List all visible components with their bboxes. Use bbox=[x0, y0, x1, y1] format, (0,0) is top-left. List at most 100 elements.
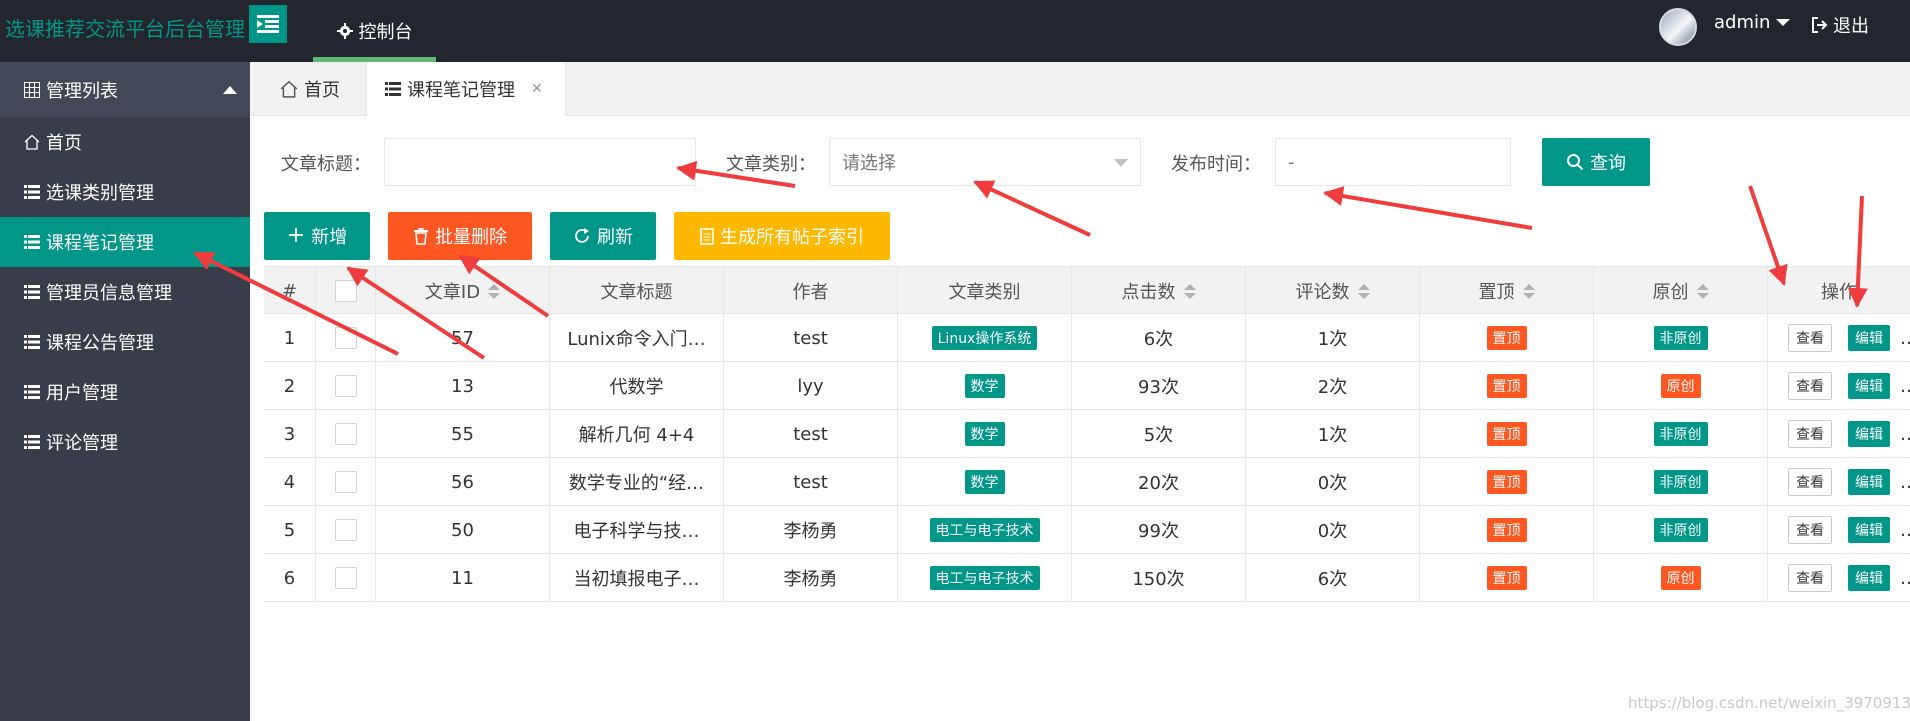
sort-icon[interactable] bbox=[488, 283, 501, 299]
more-button[interactable]: … bbox=[1900, 424, 1910, 445]
generate-index-button[interactable]: 生成所有帖子索引 bbox=[674, 212, 890, 260]
edit-button[interactable]: 编辑 bbox=[1848, 565, 1890, 591]
row-author: test bbox=[724, 314, 898, 362]
edit-button[interactable]: 编辑 bbox=[1848, 421, 1890, 447]
table-row: 5 50 电子科学与技… 李杨勇 电工与电子技术 99次 0次 置顶 非原创 查… bbox=[264, 506, 1910, 554]
time-range-input[interactable]: - bbox=[1275, 138, 1511, 186]
list-icon bbox=[24, 385, 40, 399]
row-comments: 0次 bbox=[1246, 506, 1420, 554]
title-input[interactable] bbox=[384, 138, 696, 186]
sidebar-item-notes[interactable]: 课程笔记管理 bbox=[0, 217, 250, 267]
more-button[interactable]: … bbox=[1900, 520, 1910, 541]
sidebar-item-admins[interactable]: 管理员信息管理 bbox=[0, 267, 250, 317]
col-original[interactable]: 原创 bbox=[1594, 267, 1768, 315]
original-badge: 非原创 bbox=[1653, 422, 1708, 446]
original-badge: 非原创 bbox=[1653, 470, 1708, 494]
col-category: 文章类别 bbox=[898, 267, 1072, 315]
row-checkbox[interactable] bbox=[334, 327, 357, 349]
row-checkbox[interactable] bbox=[334, 519, 357, 541]
logout-label: 退出 bbox=[1833, 16, 1869, 37]
sidebar-item-category[interactable]: 选课类别管理 bbox=[0, 167, 250, 217]
row-index: 3 bbox=[264, 410, 316, 458]
row-checkbox[interactable] bbox=[334, 567, 357, 589]
refresh-button[interactable]: 刷新 bbox=[550, 212, 656, 260]
close-icon[interactable]: ✕ bbox=[531, 81, 543, 97]
col-article-id[interactable]: 文章ID bbox=[376, 267, 550, 315]
edit-button[interactable]: 编辑 bbox=[1848, 373, 1890, 399]
sidebar-header[interactable]: 管理列表 bbox=[0, 62, 250, 117]
refresh-icon bbox=[575, 228, 589, 243]
row-article-id: 57 bbox=[376, 314, 550, 362]
home-icon bbox=[280, 80, 298, 98]
category-badge: 数学 bbox=[964, 374, 1005, 398]
row-title: 代数学 bbox=[550, 362, 724, 410]
top-badge: 置顶 bbox=[1486, 326, 1527, 350]
row-article-id: 55 bbox=[376, 410, 550, 458]
header-label: 原创 bbox=[1652, 282, 1689, 303]
add-button[interactable]: + 新增 bbox=[264, 212, 370, 260]
grid-table-icon bbox=[24, 81, 40, 98]
col-clicks[interactable]: 点击数 bbox=[1072, 267, 1246, 315]
more-button[interactable]: … bbox=[1900, 328, 1910, 349]
sort-icon[interactable] bbox=[1183, 283, 1196, 299]
view-button[interactable]: 查看 bbox=[1788, 324, 1832, 352]
row-checkbox[interactable] bbox=[334, 423, 357, 445]
category-select[interactable]: 请选择 bbox=[829, 138, 1141, 186]
col-comments[interactable]: 评论数 bbox=[1246, 267, 1420, 315]
list-icon bbox=[24, 285, 40, 299]
add-button-label: 新增 bbox=[311, 227, 348, 248]
category-select-value: 请选择 bbox=[842, 153, 896, 174]
list-icon bbox=[24, 335, 40, 349]
more-button[interactable]: … bbox=[1900, 568, 1910, 589]
view-button[interactable]: 查看 bbox=[1788, 564, 1832, 592]
more-button[interactable]: … bbox=[1900, 376, 1910, 397]
app-title: 选课推荐交流平台后台管理 bbox=[5, 17, 245, 41]
sort-icon[interactable] bbox=[1357, 283, 1370, 299]
row-title: 解析几何 4+4 bbox=[550, 410, 724, 458]
category-badge: 电工与电子技术 bbox=[929, 566, 1040, 590]
sort-icon[interactable] bbox=[1696, 283, 1709, 299]
original-badge: 原创 bbox=[1660, 566, 1701, 590]
row-clicks: 20次 bbox=[1072, 458, 1246, 506]
edit-button[interactable]: 编辑 bbox=[1848, 325, 1890, 351]
edit-button[interactable]: 编辑 bbox=[1848, 469, 1890, 495]
tab-notes[interactable]: 课程笔记管理 ✕ bbox=[366, 62, 566, 116]
top-badge: 置顶 bbox=[1486, 374, 1527, 398]
sidebar-item-label: 选课类别管理 bbox=[46, 183, 154, 204]
row-clicks: 93次 bbox=[1072, 362, 1246, 410]
col-index: # bbox=[264, 267, 316, 315]
sort-icon[interactable] bbox=[1522, 283, 1535, 299]
trash-icon bbox=[414, 227, 428, 245]
sidebar-item-announcements[interactable]: 课程公告管理 bbox=[0, 317, 250, 367]
col-title: 文章标题 bbox=[550, 267, 724, 315]
select-all-checkbox[interactable] bbox=[334, 280, 357, 302]
row-checkbox[interactable] bbox=[334, 471, 357, 493]
top-badge: 置顶 bbox=[1486, 422, 1527, 446]
view-button[interactable]: 查看 bbox=[1788, 372, 1832, 400]
row-index: 6 bbox=[264, 554, 316, 602]
more-button[interactable]: … bbox=[1900, 472, 1910, 493]
sidebar-toggle-button[interactable] bbox=[249, 5, 287, 43]
sidebar-item-home[interactable]: 首页 bbox=[0, 117, 250, 167]
row-checkbox[interactable] bbox=[334, 375, 357, 397]
sidebar-item-label: 首页 bbox=[46, 133, 82, 154]
logout-button[interactable]: 退出 bbox=[1812, 12, 1869, 38]
sidebar-title: 管理列表 bbox=[46, 80, 118, 102]
col-top[interactable]: 置顶 bbox=[1420, 267, 1594, 315]
sidebar-item-users[interactable]: 用户管理 bbox=[0, 367, 250, 417]
view-button[interactable]: 查看 bbox=[1788, 516, 1832, 544]
user-name: admin bbox=[1714, 12, 1771, 33]
col-select-all[interactable] bbox=[316, 267, 376, 315]
sidebar-item-comments[interactable]: 评论管理 bbox=[0, 417, 250, 467]
nav-console[interactable]: 控制台 bbox=[313, 0, 436, 62]
query-button[interactable]: 查询 bbox=[1542, 138, 1650, 186]
tab-label: 课程笔记管理 bbox=[407, 80, 515, 101]
view-button[interactable]: 查看 bbox=[1788, 420, 1832, 448]
edit-button[interactable]: 编辑 bbox=[1848, 517, 1890, 543]
view-button[interactable]: 查看 bbox=[1788, 468, 1832, 496]
batch-delete-button[interactable]: 批量删除 bbox=[388, 212, 532, 260]
tab-home[interactable]: 首页 bbox=[280, 62, 350, 116]
table-row: 1 57 Lunix命令入门… test Linux操作系统 6次 1次 置顶 … bbox=[264, 314, 1910, 362]
avatar[interactable] bbox=[1659, 8, 1697, 46]
user-menu[interactable]: admin bbox=[1714, 12, 1791, 33]
